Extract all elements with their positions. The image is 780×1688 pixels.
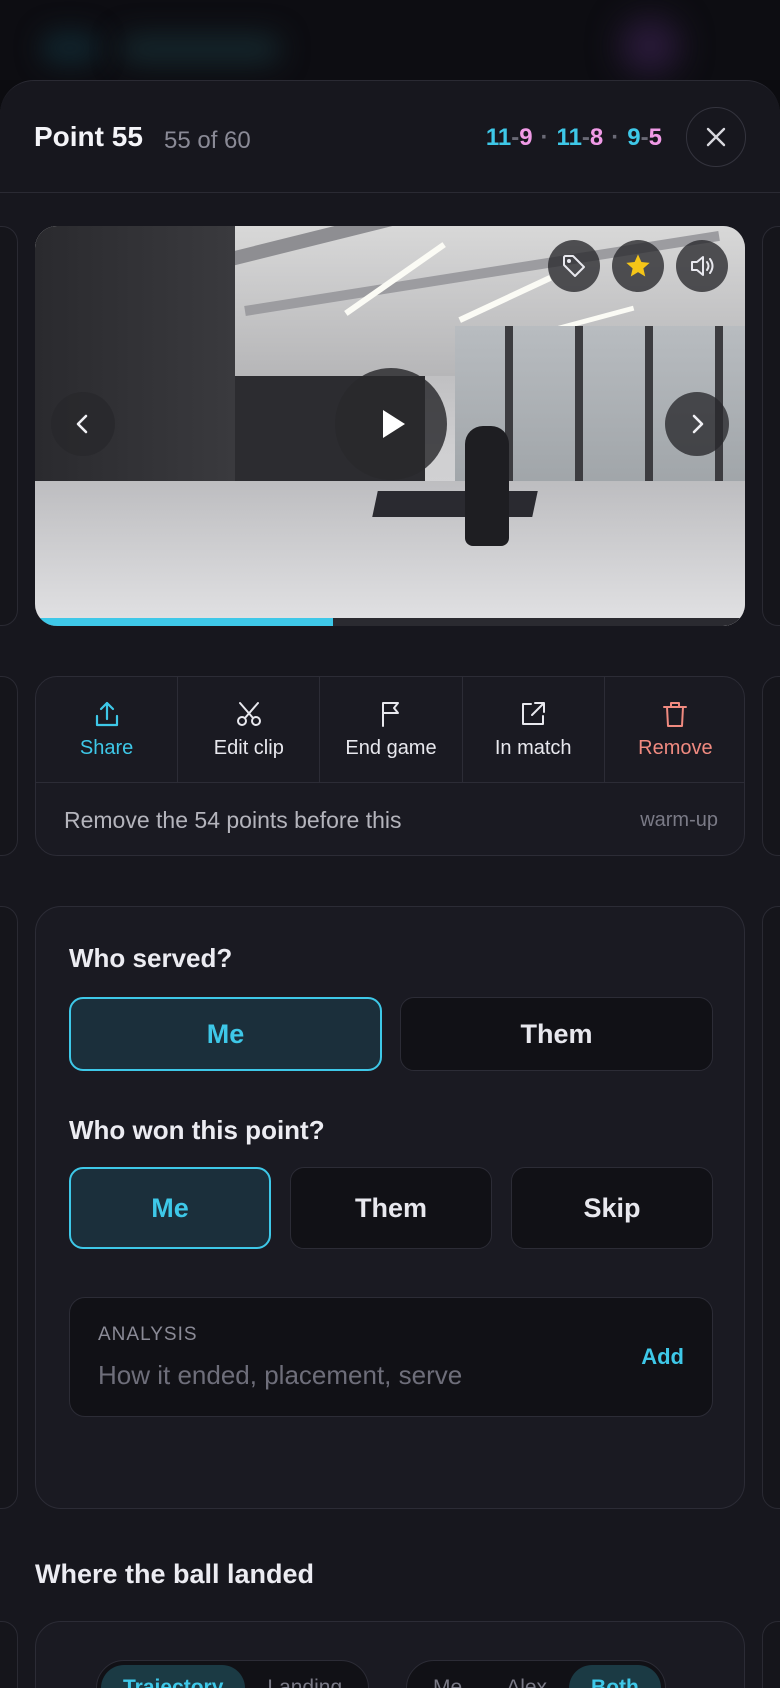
point-counter: 55 of 60 xyxy=(164,127,251,154)
served-them-option[interactable]: Them xyxy=(400,997,713,1071)
won-question: Who won this point? xyxy=(69,1115,325,1145)
score-separator: · xyxy=(540,124,549,151)
score-dash: - xyxy=(581,124,590,151)
clip-actions-card: Share Edit clip End game In match Remove… xyxy=(35,676,745,856)
background-app-bar xyxy=(0,0,780,80)
volume-icon xyxy=(691,256,714,276)
chevron-left-icon xyxy=(76,414,88,434)
share-icon xyxy=(95,701,118,727)
video-frame xyxy=(465,426,509,546)
tag-button[interactable] xyxy=(548,240,600,292)
next-point-button[interactable] xyxy=(665,392,729,456)
background-blur xyxy=(40,30,100,66)
analysis-caption: ANALYSIS xyxy=(98,1324,198,1345)
score-dash: - xyxy=(640,124,649,151)
game-2-my-score: 11 xyxy=(556,124,582,151)
next-card-peek xyxy=(762,226,780,626)
video-progress-bar[interactable] xyxy=(35,618,745,626)
previous-card-peek xyxy=(0,1621,18,1688)
tab-me[interactable]: Me xyxy=(411,1665,484,1688)
warmup-tag: warm-up xyxy=(640,808,718,831)
next-card-peek xyxy=(762,676,780,856)
previous-point-button[interactable] xyxy=(51,392,115,456)
video-player[interactable] xyxy=(35,226,745,626)
game-3-their-score: 5 xyxy=(648,124,662,151)
tab-both[interactable]: Both xyxy=(569,1665,661,1688)
game-1-their-score: 9 xyxy=(519,124,533,151)
game-3-my-score: 9 xyxy=(627,124,641,151)
view-toggle: Trajectory Landing xyxy=(96,1660,370,1688)
play-button[interactable] xyxy=(335,368,447,480)
favorite-button[interactable] xyxy=(612,240,664,292)
tag-icon xyxy=(563,255,585,277)
served-me-option[interactable]: Me xyxy=(69,997,382,1071)
landing-card: Trajectory Landing Me Alex Both xyxy=(35,1621,745,1688)
edit-clip-button[interactable]: Edit clip xyxy=(178,677,321,782)
remove-label: Remove xyxy=(638,737,713,759)
star-icon xyxy=(626,254,650,277)
won-me-option[interactable]: Me xyxy=(69,1167,271,1249)
tab-trajectory[interactable]: Trajectory xyxy=(101,1665,246,1688)
trash-icon xyxy=(663,702,688,727)
score-dash: - xyxy=(511,124,520,151)
close-icon xyxy=(706,127,726,147)
game-1-my-score: 11 xyxy=(485,124,512,151)
analysis-placeholder: How it ended, placement, serve xyxy=(98,1360,463,1390)
game-2-their-score: 8 xyxy=(589,124,604,151)
end-game-button[interactable]: End game xyxy=(320,677,463,782)
flag-icon xyxy=(382,702,399,727)
previous-card-peek xyxy=(0,226,18,626)
video-progress-fill xyxy=(35,618,334,626)
next-card-peek xyxy=(762,906,780,1509)
sheet-header: Point 55 55 of 60 11-9 · 11-8 · 9-5 xyxy=(0,81,780,193)
share-button[interactable]: Share xyxy=(36,677,179,782)
game-scores: 11-9 · 11-8 · 9-5 xyxy=(486,124,662,152)
close-button[interactable] xyxy=(686,107,746,167)
action-toolbar: Share Edit clip End game In match Remove xyxy=(36,677,744,783)
player-toggle: Me Alex Both xyxy=(406,1660,666,1688)
page-title: Point 55 xyxy=(34,121,143,152)
analysis-field[interactable]: ANALYSIS How it ended, placement, serve … xyxy=(69,1297,713,1417)
point-outcome-card: Who served? Me Them Who won this point? … xyxy=(35,906,745,1509)
point-detail-sheet: Point 55 55 of 60 11-9 · 11-8 · 9-5 Shar… xyxy=(0,80,780,1688)
next-card-peek xyxy=(762,1621,780,1688)
won-them-option[interactable]: Them xyxy=(290,1167,492,1249)
previous-card-peek xyxy=(0,676,18,856)
end-game-label: End game xyxy=(345,737,437,759)
in-match-label: In match xyxy=(494,737,572,759)
analysis-add-button[interactable]: Add xyxy=(641,1344,684,1370)
video-frame xyxy=(575,326,583,506)
background-blur xyxy=(120,36,280,62)
tab-landing[interactable]: Landing xyxy=(245,1665,364,1688)
remove-warmup-row[interactable]: Remove the 54 points before this warm-up xyxy=(36,783,744,855)
sound-button[interactable] xyxy=(676,240,728,292)
share-label: Share xyxy=(79,737,134,759)
previous-card-peek xyxy=(0,906,18,1509)
edit-clip-label: Edit clip xyxy=(213,737,284,759)
landing-section-title: Where the ball landed xyxy=(35,1559,315,1589)
external-link-icon xyxy=(522,702,546,725)
remove-warmup-text: Remove the 54 points before this xyxy=(64,806,402,833)
won-skip-option[interactable]: Skip xyxy=(511,1167,713,1249)
in-match-button[interactable]: In match xyxy=(463,677,605,782)
score-separator: · xyxy=(611,124,620,151)
scissors-icon xyxy=(236,702,261,726)
chevron-right-icon xyxy=(692,414,704,434)
play-icon xyxy=(383,410,405,438)
served-question: Who served? xyxy=(69,943,233,973)
video-frame xyxy=(372,491,538,517)
video-frame xyxy=(645,326,653,506)
tab-alex[interactable]: Alex xyxy=(484,1665,569,1688)
background-blur xyxy=(620,18,680,74)
remove-button[interactable]: Remove xyxy=(605,677,744,782)
